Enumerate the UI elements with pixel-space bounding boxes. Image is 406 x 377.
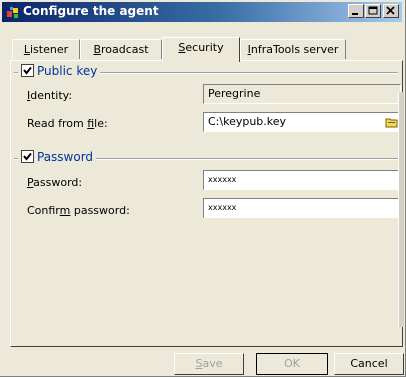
read-from-file-pre: Read from — [27, 117, 88, 130]
confirm-label-pre: Confir — [27, 204, 60, 217]
public-key-checkbox[interactable] — [21, 64, 34, 77]
confirm-label-post: password: — [70, 204, 130, 217]
tab-listener-label: istener — [30, 43, 69, 56]
confirm-password-input[interactable]: xxxxxx — [203, 198, 401, 218]
agent-app-icon — [7, 7, 18, 18]
ok-label: OK — [284, 357, 300, 370]
password-group-title: Password — [18, 150, 97, 164]
identity-label-rest: dentity: — [30, 89, 73, 102]
window-title: Configure the agent — [23, 4, 159, 18]
cancel-label: Cancel — [350, 357, 388, 370]
tab-security-label: ecurity — [185, 41, 224, 54]
password-group-label: Password — [37, 150, 94, 164]
maximize-button[interactable] — [365, 4, 381, 18]
tab-listener[interactable]: Listener — [12, 39, 80, 59]
maximize-icon — [368, 6, 378, 15]
cancel-button[interactable]: Cancel — [334, 353, 404, 375]
save-label: ave — [202, 357, 223, 370]
folder-icon[interactable] — [385, 116, 398, 128]
tab-broadcast-mnemonic: B — [93, 43, 101, 56]
minimize-icon — [352, 13, 358, 15]
vertical-scrollbar[interactable] — [398, 92, 404, 327]
identity-field: Peregrine — [203, 84, 401, 104]
identity-label: Identity: — [27, 89, 72, 102]
password-label: Password: — [27, 176, 82, 189]
tab-infratools-label: nfraTools server — [250, 43, 339, 56]
tab-strip: Listener Broadcast Security InfraTools s… — [12, 37, 392, 62]
tab-broadcast[interactable]: Broadcast — [80, 39, 162, 59]
minimize-button[interactable] — [348, 4, 364, 18]
password-checkbox[interactable] — [21, 150, 34, 163]
title-bar[interactable]: Configure the agent — [2, 2, 402, 22]
tab-broadcast-label: roadcast — [100, 43, 149, 56]
checkmark-icon — [23, 66, 32, 75]
checkmark-icon — [23, 152, 32, 161]
confirm-password-label: Confirm password: — [27, 204, 130, 217]
read-from-file-post: ile: — [94, 117, 108, 130]
close-button[interactable] — [383, 4, 399, 18]
tab-infratools-server[interactable]: InfraTools server — [240, 39, 346, 59]
save-button[interactable]: Save — [174, 353, 244, 375]
confirm-label-mnemonic: m — [59, 204, 71, 217]
key-file-input[interactable]: C:\keypub.key — [203, 112, 401, 132]
read-from-file-label: Read from file: — [27, 117, 108, 130]
password-label-rest: assword: — [33, 176, 83, 189]
public-key-label: Public key — [37, 64, 98, 78]
public-key-group-title: Public key — [18, 64, 101, 78]
configure-agent-window: Configure the agent Listener Broadcast S… — [0, 0, 406, 377]
ok-button[interactable]: OK — [256, 353, 328, 375]
password-input[interactable]: xxxxxx — [203, 170, 401, 190]
tab-security[interactable]: Security — [162, 37, 240, 62]
key-file-value: C:\keypub.key — [208, 115, 287, 128]
close-icon — [386, 6, 395, 15]
